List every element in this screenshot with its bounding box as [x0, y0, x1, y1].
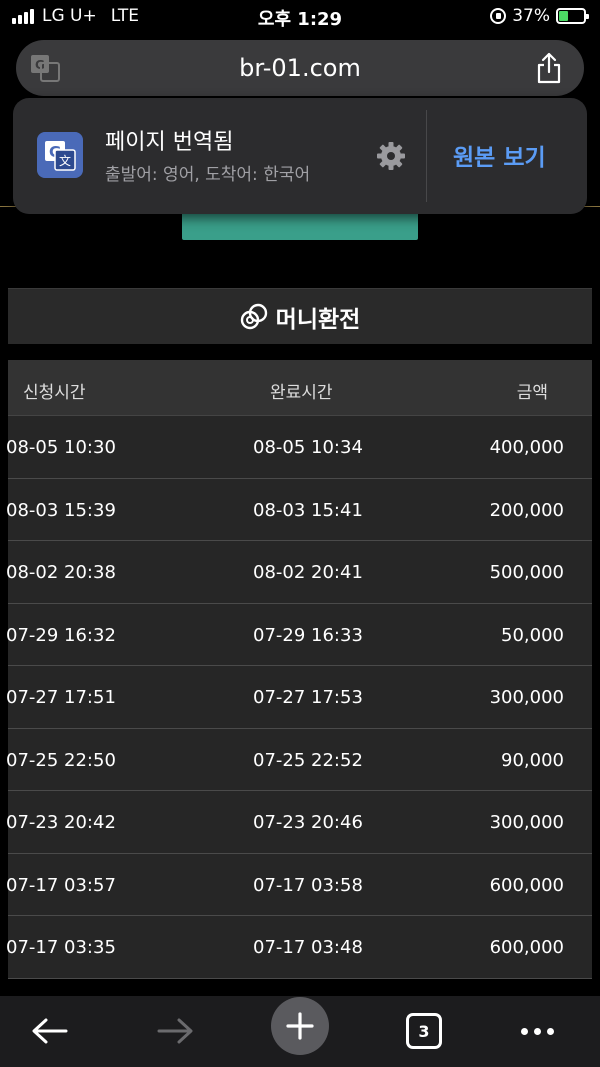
- cell-requested: 07-27 17:51: [6, 687, 116, 708]
- cell-completed: 08-03 15:41: [253, 499, 363, 521]
- table-row: 08-05 10:30 08-05 10:34 400,000: [6, 416, 592, 479]
- cell-completed: 07-25 22:52: [253, 749, 363, 771]
- coins-icon: [240, 303, 267, 329]
- url-text[interactable]: br-01.com: [16, 54, 584, 82]
- header-amount: 금액: [516, 383, 548, 403]
- cell-completed: 07-27 17:53: [253, 687, 363, 708]
- battery-icon: [556, 8, 589, 24]
- svg-text:文: 文: [59, 153, 71, 168]
- cell-amount: 400,000: [489, 437, 564, 458]
- cell-completed: 07-23 20:46: [253, 812, 363, 833]
- table-row: 08-02 20:38 08-02 20:41 500,000: [6, 541, 592, 604]
- cell-completed: 08-02 20:41: [253, 562, 363, 583]
- popup-title: 페이지 번역됨: [105, 130, 234, 155]
- cell-amount: 600,000: [489, 874, 564, 896]
- plus-icon: [271, 997, 329, 1055]
- cell-amount: 500,000: [489, 562, 564, 583]
- popup-separator: [426, 110, 427, 202]
- show-original-button[interactable]: 원본 보기: [453, 138, 546, 172]
- google-translate-icon: G 文: [37, 132, 83, 178]
- cell-completed: 07-29 16:33: [253, 624, 363, 646]
- battery-percent: 37%: [512, 6, 550, 26]
- cell-requested: 07-23 20:42: [6, 812, 116, 833]
- header-completed: 완료시간: [270, 383, 333, 403]
- table-row: 07-25 22:50 07-25 22:52 90,000: [6, 729, 592, 791]
- address-bar[interactable]: G br-01.com: [16, 40, 584, 96]
- cell-amount: 600,000: [489, 937, 564, 958]
- cell-requested: 07-17 03:35: [6, 937, 116, 958]
- section-title: 머니환전: [275, 306, 361, 333]
- money-exchange-header: 머니환전: [8, 288, 592, 344]
- forward-arrow-icon: [157, 1018, 193, 1044]
- translation-popup: G 文 페이지 번역됨 출발어: 영어, 도착어: 한국어 원본 보기: [13, 98, 587, 214]
- table-header: 신청시간 완료시간 금액: [8, 360, 592, 416]
- more-button[interactable]: [507, 1008, 567, 1054]
- more-dots-icon: [520, 1027, 554, 1035]
- tabs-button[interactable]: 3: [394, 1008, 454, 1054]
- back-button[interactable]: [20, 1008, 80, 1054]
- forward-button[interactable]: [145, 1008, 205, 1054]
- tab-count: 3: [406, 1013, 442, 1049]
- new-tab-button[interactable]: [270, 997, 330, 1055]
- cell-amount: 300,000: [489, 812, 564, 833]
- table-row: 07-17 03:35 07-17 03:48 600,000: [6, 916, 592, 979]
- cell-requested: 08-03 15:39: [6, 499, 116, 521]
- share-icon[interactable]: [536, 52, 562, 84]
- browser-toolbar: 3: [0, 996, 600, 1067]
- status-bar: LG U+ LTE 오후 1:29 37%: [0, 0, 600, 34]
- cell-requested: 08-02 20:38: [6, 562, 116, 583]
- cell-requested: 08-05 10:30: [6, 437, 116, 458]
- cell-amount: 90,000: [501, 749, 564, 771]
- gear-icon[interactable]: [375, 140, 407, 172]
- cell-completed: 08-05 10:34: [253, 437, 363, 458]
- rotation-lock-icon: [490, 8, 507, 24]
- table-row: 08-03 15:39 08-03 15:41 200,000: [6, 479, 592, 541]
- table-row: 07-29 16:32 07-29 16:33 50,000: [6, 604, 592, 666]
- table-row: 07-23 20:42 07-23 20:46 300,000: [6, 791, 592, 854]
- cell-amount: 200,000: [489, 499, 564, 521]
- table-row: 07-27 17:51 07-27 17:53 300,000: [6, 666, 592, 729]
- status-right: 37%: [490, 6, 589, 26]
- cell-completed: 07-17 03:58: [253, 874, 363, 896]
- header-requested: 신청시간: [23, 383, 86, 403]
- popup-subtitle: 출발어: 영어, 도착어: 한국어: [105, 165, 311, 185]
- cell-requested: 07-17 03:57: [6, 874, 116, 896]
- cell-amount: 300,000: [489, 687, 564, 708]
- exchange-table: 신청시간 완료시간 금액 08-05 10:30 08-05 10:34 400,0…: [6, 360, 592, 979]
- cell-completed: 07-17 03:48: [253, 937, 363, 958]
- cell-requested: 07-25 22:50: [6, 749, 116, 771]
- table-row: 07-17 03:57 07-17 03:58 600,000: [6, 854, 592, 916]
- cell-requested: 07-29 16:32: [6, 624, 116, 646]
- cell-amount: 50,000: [501, 624, 564, 646]
- back-arrow-icon: [32, 1018, 68, 1044]
